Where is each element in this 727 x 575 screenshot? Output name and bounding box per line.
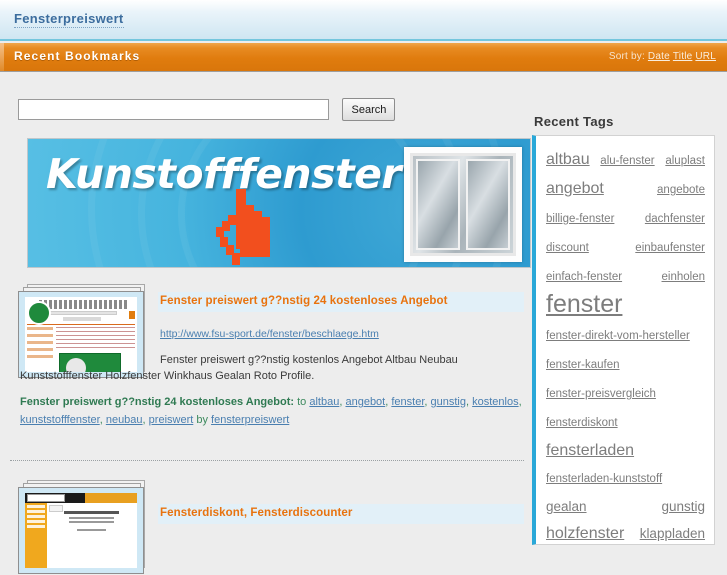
sort-by-title-link[interactable]: Title <box>673 51 693 62</box>
tag-cloud-link[interactable]: angebote <box>657 184 705 196</box>
bookmark-tag-link[interactable]: gunstig <box>431 396 466 408</box>
bookmark-tagline-by: by <box>196 414 208 426</box>
tag-cloud-link[interactable]: holzfenster <box>546 525 624 542</box>
bookmark-tag-link[interactable]: neubau <box>106 414 143 426</box>
tag-cloud-link[interactable]: angebot <box>546 180 604 197</box>
tag-cloud-link[interactable]: billige-fenster <box>546 213 614 225</box>
tag-cloud: altbau alu-fenster aluplast angebot ange… <box>532 135 715 545</box>
bookmark-tagline-title: Fenster preiswert g??nstig 24 kostenlose… <box>20 396 295 408</box>
sort-controls: Sort by: Date Title URL <box>609 51 716 62</box>
tag-cloud-link[interactable]: klappladen <box>640 526 705 541</box>
bookmark-tag-link[interactable]: preiswert <box>149 414 194 426</box>
tag-cloud-link[interactable]: einbaufenster <box>635 242 705 254</box>
tag-cloud-link[interactable]: alu-fenster <box>600 155 654 167</box>
pointing-hand-cursor-icon <box>216 189 270 265</box>
tag-cloud-link[interactable]: einholen <box>662 271 705 283</box>
sort-by-date-link[interactable]: Date <box>648 51 670 62</box>
bookmark-list-column: Kunstofffenster Fenster preiswert g??nst… <box>0 128 531 574</box>
tag-cloud-link[interactable]: dachfenster <box>645 213 705 225</box>
recent-tags-heading: Recent Tags <box>534 114 614 129</box>
bookmark-tagline-to: to <box>297 396 307 408</box>
bookmark-url-link[interactable]: http://www.fsu-sport.de/fenster/beschlae… <box>160 328 379 340</box>
tag-cloud-link[interactable]: aluplast <box>665 155 705 167</box>
tag-cloud-link[interactable]: fensterdiskont <box>546 417 618 429</box>
bookmark-tag-link[interactable]: kunststofffenster <box>20 414 100 426</box>
bookmark-thumbnail[interactable] <box>18 480 148 575</box>
bookmark-tag-link[interactable]: kostenlos <box>472 396 518 408</box>
tag-cloud-link[interactable]: discount <box>546 242 589 254</box>
sidebar: Recent Tags altbau alu-fenster aluplast … <box>529 72 727 545</box>
tag-cloud-link[interactable]: gunstig <box>661 499 705 514</box>
tag-cloud-link[interactable]: fensterladen-kunststoff <box>546 473 662 485</box>
search-bar: Search <box>18 98 396 121</box>
bookmark-separator <box>10 460 524 461</box>
search-input[interactable] <box>18 99 329 120</box>
bookmark-title-link[interactable]: Fensterdiskont, Fensterdiscounter <box>158 504 524 519</box>
bookmark-tag-link[interactable]: angebot <box>345 396 385 408</box>
page-title: Recent Bookmarks <box>14 49 141 63</box>
bookmark-item: Fensterdiskont, Fensterdiscounter <box>0 476 524 574</box>
bookmark-tag-link[interactable]: altbau <box>309 396 339 408</box>
bookmark-title-highlight: Fensterdiskont, Fensterdiscounter <box>158 504 524 524</box>
page-header-bar: Fensterpreiswert <box>0 0 727 41</box>
tag-cloud-link[interactable]: fenster-direkt-vom-hersteller <box>546 330 690 342</box>
tag-cloud-link[interactable]: fensterladen <box>546 442 634 459</box>
search-button[interactable]: Search <box>342 98 396 121</box>
site-title-link[interactable]: Fensterpreiswert <box>14 11 124 28</box>
tag-cloud-link[interactable]: fenster-kaufen <box>546 359 620 371</box>
bookmark-title-highlight: Fenster preiswert g??nstig 24 kostenlose… <box>158 292 524 312</box>
sort-by-label: Sort by: <box>608 51 645 62</box>
tag-cloud-link[interactable]: fenster-preisvergleich <box>546 388 656 400</box>
tag-cloud-link[interactable]: einfach-fenster <box>546 271 622 283</box>
bookmark-description: Fenster preiswert g??nstig kostenlos Ang… <box>20 354 458 382</box>
tag-cloud-link[interactable]: gealan <box>546 499 587 514</box>
bookmark-tagline: Fenster preiswert g??nstig 24 kostenlose… <box>20 393 524 429</box>
tag-cloud-link[interactable]: altbau <box>546 151 590 168</box>
sort-by-url-link[interactable]: URL <box>695 51 716 62</box>
bookmark-title-link[interactable]: Fenster preiswert g??nstig 24 kostenlose… <box>158 292 524 307</box>
banner-advertisement[interactable]: Kunstofffenster <box>27 138 531 268</box>
thumbnail-preview[interactable] <box>18 487 144 574</box>
section-header-bar: Recent Bookmarks Sort by: Date Title URL <box>0 43 727 72</box>
window-product-image <box>404 147 522 262</box>
main-content: Search Kunstofffenster Fenster preiswert… <box>0 72 727 574</box>
bookmark-tag-link[interactable]: fenster <box>391 396 424 408</box>
bookmark-author-link[interactable]: fensterpreiswert <box>211 414 289 426</box>
bookmark-item: Fenster preiswert g??nstig 24 kostenlose… <box>0 280 524 476</box>
tag-cloud-link[interactable]: fenster <box>546 290 622 318</box>
